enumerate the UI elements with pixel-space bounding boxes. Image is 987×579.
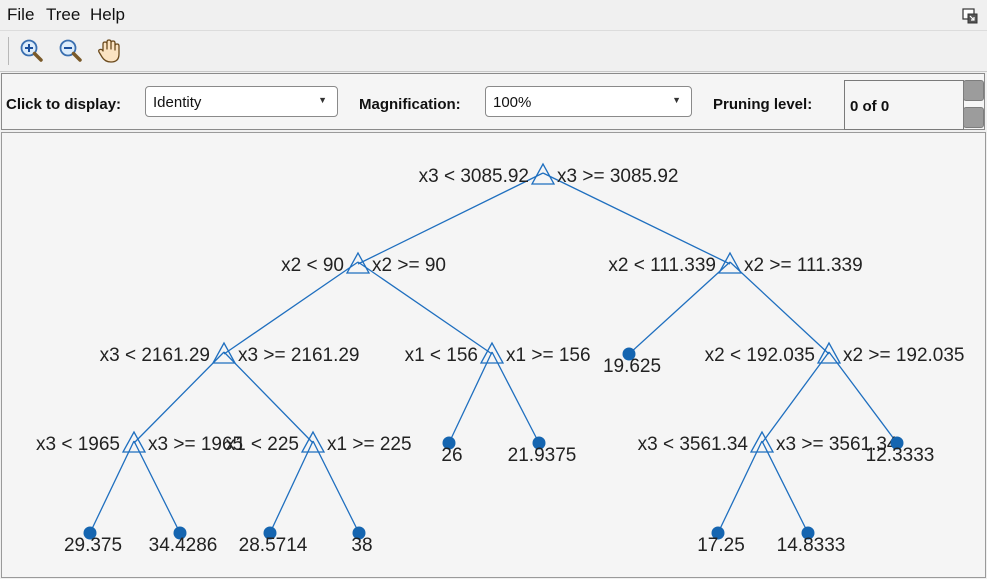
leaf-value-label: 38 bbox=[351, 535, 372, 556]
split-left-label: x3 < 2161.29 bbox=[100, 345, 210, 366]
split-left-label: x2 < 90 bbox=[281, 255, 344, 276]
split-right-label: x2 >= 90 bbox=[372, 255, 446, 276]
split-left-label: x2 < 192.035 bbox=[705, 345, 815, 366]
split-node[interactable]: x2 < 90 x2 >= 90 bbox=[281, 251, 446, 276]
split-left-label: x2 < 111.339 bbox=[608, 255, 716, 276]
menu-file[interactable]: File bbox=[7, 5, 34, 25]
split-node-triangle-icon[interactable] bbox=[530, 162, 556, 185]
tree-canvas[interactable]: x3 < 3085.92 x3 >= 3085.92 x2 < 90 x2 >= 90… bbox=[1, 132, 986, 578]
chevron-down-icon: ▼ bbox=[318, 95, 327, 105]
split-right-label: x2 >= 192.035 bbox=[843, 345, 965, 366]
pruning-level-value: 0 of 0 bbox=[850, 98, 890, 115]
magnification-label: Magnification: bbox=[359, 96, 461, 113]
menu-tree[interactable]: Tree bbox=[46, 5, 80, 25]
split-right-label: x1 >= 225 bbox=[327, 434, 412, 455]
split-node[interactable]: x2 < 111.339 x2 >= 111.339 bbox=[608, 251, 863, 276]
leaf-node[interactable]: 14.8333 bbox=[777, 526, 846, 557]
pruning-increase-button[interactable] bbox=[963, 80, 984, 101]
split-left-label: x1 < 225 bbox=[226, 434, 299, 455]
tree-diagram: x3 < 3085.92 x3 >= 3085.92 x2 < 90 x2 >= 90… bbox=[36, 162, 965, 557]
leaf-node[interactable]: 26 bbox=[441, 436, 463, 467]
split-node[interactable]: x3 < 2161.29 x3 >= 2161.29 bbox=[100, 341, 360, 366]
click-to-display-dropdown[interactable]: Identity ▼ bbox=[145, 86, 338, 117]
split-node[interactable]: x1 < 225 x1 >= 225 bbox=[226, 430, 412, 455]
split-node[interactable]: x2 < 192.035 x2 >= 192.035 bbox=[705, 341, 965, 366]
split-right-label: x1 >= 156 bbox=[506, 345, 591, 366]
leaf-value-label: 21.9375 bbox=[508, 445, 577, 466]
split-right-label: x3 >= 2161.29 bbox=[238, 345, 360, 366]
split-node-triangle-icon[interactable] bbox=[345, 251, 371, 274]
leaf-node[interactable]: 21.9375 bbox=[508, 436, 577, 467]
click-to-display-value: Identity bbox=[153, 94, 202, 111]
leaf-value-label: 29.375 bbox=[64, 535, 122, 556]
toolbar-separator bbox=[8, 37, 9, 65]
split-left-label: x3 < 3085.92 bbox=[419, 166, 529, 187]
leaf-value-label: 28.5714 bbox=[239, 535, 308, 556]
pruning-decrease-button[interactable] bbox=[963, 107, 984, 128]
pruning-level-label: Pruning level: bbox=[713, 96, 813, 113]
leaf-node[interactable]: 17.25 bbox=[697, 526, 745, 557]
leaf-node[interactable]: 34.4286 bbox=[149, 526, 218, 557]
leaf-value-label: 17.25 bbox=[697, 535, 745, 556]
leaf-node[interactable]: 38 bbox=[351, 526, 373, 557]
magnification-value: 100% bbox=[493, 94, 532, 111]
undock-icon[interactable] bbox=[962, 8, 978, 24]
split-left-label: x3 < 1965 bbox=[36, 434, 120, 455]
pan-hand-icon[interactable] bbox=[95, 37, 123, 65]
leaf-node[interactable]: 29.375 bbox=[64, 526, 122, 557]
zoom-out-icon[interactable] bbox=[56, 37, 84, 65]
leaf-value-label: 26 bbox=[441, 445, 462, 466]
controls-panel: Click to display: Identity ▼ Magnificati… bbox=[1, 73, 985, 130]
toolbar bbox=[0, 31, 987, 72]
split-right-label: x2 >= 111.339 bbox=[744, 255, 863, 276]
zoom-in-icon[interactable] bbox=[17, 37, 45, 65]
leaf-value-label: 14.8333 bbox=[777, 535, 846, 556]
leaf-value-label: 19.625 bbox=[603, 356, 661, 377]
leaf-value-label: 12.3333 bbox=[866, 445, 935, 466]
chevron-down-icon: ▼ bbox=[672, 95, 681, 105]
menu-bar: File Tree Help bbox=[0, 0, 987, 31]
leaf-value-label: 34.4286 bbox=[149, 535, 218, 556]
split-left-label: x3 < 3561.34 bbox=[638, 434, 749, 455]
classification-tree-viewer: File Tree Help Click to display: Identit… bbox=[0, 0, 987, 579]
click-to-display-label: Click to display: bbox=[6, 96, 122, 113]
split-node[interactable]: x3 < 1965 x3 >= 1965 bbox=[36, 430, 243, 455]
split-node[interactable]: x1 < 156 x1 >= 156 bbox=[405, 341, 591, 366]
pruning-level-box: 0 of 0 bbox=[844, 80, 964, 130]
menu-help[interactable]: Help bbox=[90, 5, 125, 25]
magnification-dropdown[interactable]: 100% ▼ bbox=[485, 86, 692, 117]
split-left-label: x1 < 156 bbox=[405, 345, 478, 366]
split-right-label: x3 >= 3085.92 bbox=[557, 166, 679, 187]
leaf-node[interactable]: 28.5714 bbox=[239, 526, 308, 557]
leaf-node[interactable]: 19.625 bbox=[603, 347, 661, 378]
